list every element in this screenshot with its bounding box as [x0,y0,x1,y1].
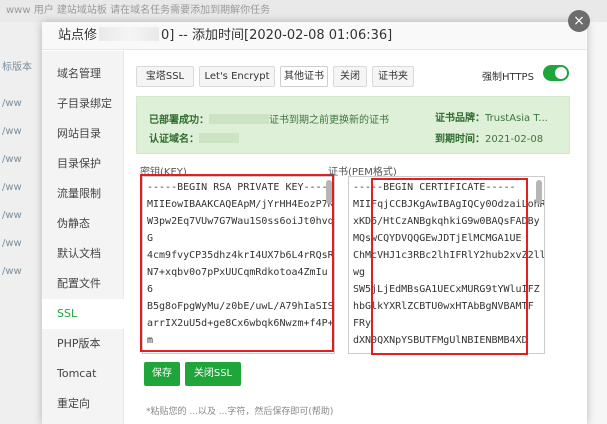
background-left-item: /ww [2,98,22,109]
cert-line: FRy [353,318,372,329]
cert-scrollbar[interactable] [536,180,542,204]
background-left-list: 标版本 /ww /ww /ww /ww /ww /ww /ww [0,22,42,424]
deploy-status-label: 已部署成功： [149,115,209,126]
sidebar-item-subdirectory[interactable]: 子目录绑定 [42,89,124,119]
key-line: N7+xqbv0o7pPxUUCqmRdkotoa4ZmIu [147,267,328,278]
key-scrollbar[interactable] [326,180,332,204]
redacted-status [209,114,269,124]
sidebar-item-traffic-limit[interactable]: 流量限制 [42,179,124,209]
sidebar-item-php-version[interactable]: PHP版本 [42,329,124,359]
key-line: m [147,335,154,346]
background-left-item: /ww [2,154,22,165]
tab-other-certificate[interactable]: 其他证书 [280,66,328,87]
sidebar-item-rewrite[interactable]: 伪静态 [42,209,124,239]
cert-line: MQswCQYDVQQGEwJDTjElMCMGA1UE [353,233,522,244]
cert-line: MIIFqjCCBJKgAwIBAgIQCy0OdzaiLohRK [353,199,545,210]
force-https-toggle[interactable] [543,65,569,81]
background-left-item: /ww [2,126,22,137]
redacted-site-name [99,27,160,41]
certificate-textarea[interactable]: -----BEGIN CERTIFICATE----- MIIFqjCCBJKg… [348,176,545,354]
key-line: 4cm9fvyCP35dhz4krI4UX7b6L4rRQsRGS [147,250,335,261]
dialog-title-prefix: 站点修 [58,28,98,43]
background-left-item: /ww [2,182,22,193]
expiry-label: 到期时间： [435,134,485,145]
dialog-title: 站点修 0] -- 添加时间[2020-02-08 01:06:36] [42,22,587,50]
background-left-item: /ww [2,266,22,277]
background-left-item: /ww [2,210,22,221]
tab-close[interactable]: 关闭 [333,66,367,87]
save-button[interactable]: 保存 [144,362,180,386]
deploy-status-text: 证书到期之前更换新的证书 [269,115,389,126]
deploy-status: 已部署成功： 证书到期之前更换新的证书 [149,111,389,126]
sidebar-item-directory-protection[interactable]: 目录保护 [42,149,124,179]
close-icon[interactable]: × [568,10,590,32]
cert-line: wg [353,267,366,278]
sidebar-item-tomcat[interactable]: Tomcat [42,359,124,389]
background-left-item: 标版本 [2,62,32,73]
sidebar-item-config-file[interactable]: 配置文件 [42,269,124,299]
site-settings-dialog: 站点修 0] -- 添加时间[2020-02-08 01:06:36] 域名管理 … [42,22,587,424]
brand-label: 证书品牌： [435,113,485,124]
key-line: G [147,233,154,244]
cert-line: dXN0QXNpYSBUTFMgUlNBIENBMB4XD [353,335,528,346]
help-note: *粘贴您的 ...以及 ...字符，然后保存即可(帮助) [146,407,334,417]
dialog-title-suffix: 0] -- 添加时间[2020-02-08 01:06:36] [161,28,393,43]
force-https-label: 强制HTTPS [482,72,534,83]
background-left-item: /ww [2,238,22,249]
cert-line: xKD6/HtCzANBgkqhkiG9w0BAQsFADBy [353,216,540,227]
cert-line: SW5jLjEdMBsGA1UECxMURG9tYWluIFZ [353,284,540,295]
close-ssl-button[interactable]: 关闭SSL [185,362,241,386]
key-line: MIIEowIBAAKCAQEApM/jYrHH4EozP7Kl [147,199,335,210]
key-line: B5g8oFpgWyMu/z0bE/uwL/A79hIaSIS3 [147,301,335,312]
cert-line: hbGlkYXRlZCBTU0wxHTAbBgNVBAMTF [353,301,534,312]
expiry-value: 2021-02-08 [485,134,544,145]
domain-row: 认证域名： [149,130,239,145]
sidebar-item-site-directory[interactable]: 网站目录 [42,119,124,149]
key-line: 6 [147,284,154,295]
certificate-info-panel: 已部署成功： 证书到期之前更换新的证书 认证域名： 证书品牌：TrustAsia … [136,96,570,154]
settings-sidebar: 域名管理 子目录绑定 网站目录 目录保护 流量限制 伪静态 默认文档 配置文件 … [42,51,124,424]
expiry-row: 到期时间：2021-02-08 [435,130,543,145]
tab-certificate-folder[interactable]: 证书夹 [372,66,414,87]
brand-value: TrustAsia T... [485,113,548,124]
sidebar-item-default-document[interactable]: 默认文档 [42,239,124,269]
redacted-domain [199,133,239,143]
sidebar-item-domain[interactable]: 域名管理 [42,59,124,89]
sidebar-item-ssl[interactable]: SSL [42,299,124,329]
key-line: arrIX2uU5d+ge8Cx6wbqk6Nwzm+f4P+ [147,318,334,329]
tab-bt-ssl[interactable]: 宝塔SSL [136,66,194,87]
key-line: -----BEGIN RSA PRIVATE KEY----- [147,182,334,193]
private-key-textarea[interactable]: -----BEGIN RSA PRIVATE KEY----- MIIEowIB… [142,176,335,354]
sidebar-item-redirect[interactable]: 重定向 [42,389,124,419]
cert-line: ChMcVHJ1c3RBc2lhIFRlY2hub2xvZ2llcy [353,250,545,261]
key-line: W3pw2Eq7VUw7G7Wau1S0ss6oiJt0hvq [147,216,334,227]
tab-lets-encrypt[interactable]: Let's Encrypt [199,66,275,87]
domain-label: 认证域名： [149,134,199,145]
brand-row: 证书品牌：TrustAsia T... [435,109,548,124]
background-top-bar: www 用户 建站域站板 请在域名任务需要添加到期解你任务 [0,0,607,22]
cert-line: -----BEGIN CERTIFICATE----- [353,182,516,193]
